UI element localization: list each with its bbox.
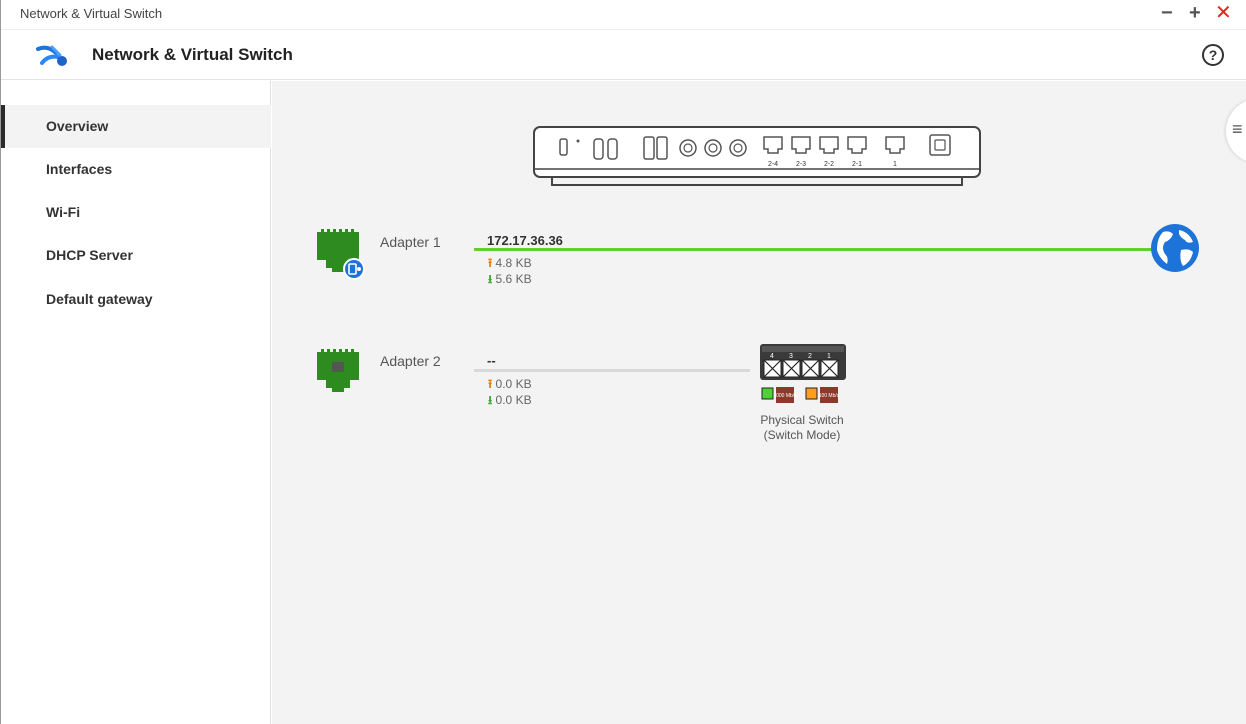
maximize-button[interactable]: +: [1189, 2, 1201, 24]
physical-switch-label: Physical Switch (Switch Mode): [742, 413, 862, 443]
minimize-button[interactable]: −: [1161, 2, 1173, 24]
physical-switch-label-line1: Physical Switch: [760, 413, 844, 427]
nas-port-label: 2-3: [796, 161, 806, 168]
adapter-1-label: Adapter 1: [380, 234, 441, 250]
panel-toggle[interactable]: ≡: [1226, 99, 1246, 163]
sidebar-item-default-gateway[interactable]: Default gateway: [1, 278, 271, 321]
adapter-2-ip: --: [487, 353, 496, 368]
app-title: Network & Virtual Switch: [92, 45, 293, 64]
switch-port-number: 4: [770, 353, 774, 360]
nas-port-label: 2-1: [852, 161, 862, 168]
adapter-1-ip: 172.17.36.36: [487, 233, 563, 248]
adapter-1-link-line: [474, 248, 1154, 251]
switch-legend-1000: 1000 Mb/s: [773, 393, 797, 399]
adapter-2-label: Adapter 2: [380, 353, 441, 369]
switch-port-number: 3: [789, 353, 793, 360]
sidebar-item-overview[interactable]: Overview: [1, 105, 271, 148]
title-bar: Network & Virtual Switch − + ✕: [1, 0, 1246, 30]
sidebar-item-wifi[interactable]: Wi-Fi: [1, 191, 271, 234]
app-window: Network & Virtual Switch − + ✕ Network &…: [0, 0, 1246, 724]
upload-arrow-icon: ⭱: [488, 256, 493, 270]
switch-legend-100: 100 Mb/s: [819, 393, 840, 399]
adapter-1-download: 5.6 KB: [495, 272, 532, 286]
globe-icon: [1151, 224, 1199, 272]
physical-switch-label-line2: (Switch Mode): [763, 428, 841, 442]
adapter-2-upload: 0.0 KB: [495, 377, 532, 391]
nas-port-label: 2-4: [768, 161, 778, 168]
overview-panel: ≡ 2-4 2-3 2-2 2-1 1 Adapter 1 172.17.36.…: [272, 81, 1246, 724]
nas-device-icon: 2-4 2-3 2-2 2-1 1: [533, 126, 981, 186]
download-arrow-icon: ⭳: [488, 393, 493, 407]
nas-port-label: 2-2: [824, 161, 834, 168]
nas-port-label: 1: [893, 161, 897, 168]
physical-switch-icon[interactable]: 4 3 2 1 1000 Mb/s 100 Mb/s: [758, 342, 848, 408]
switch-port-number: 1: [827, 353, 831, 360]
adapter-1-upload: 4.8 KB: [495, 256, 532, 270]
window-title: Network & Virtual Switch: [20, 6, 163, 21]
sidebar: Overview Interfaces Wi-Fi DHCP Server De…: [1, 81, 271, 724]
adapter-2-ethernet-icon[interactable]: [312, 346, 372, 406]
adapter-2-link-line: [474, 369, 750, 372]
download-arrow-icon: ⭳: [488, 272, 493, 286]
adapter-1-traffic: ⭱ 4.8 KB ⭳ 5.6 KB: [488, 255, 532, 287]
adapter-2-traffic: ⭱ 0.0 KB ⭳ 0.0 KB: [488, 376, 532, 408]
menu-icon: ≡: [1232, 119, 1243, 139]
close-button[interactable]: ✕: [1215, 2, 1232, 24]
adapter-1-ethernet-icon[interactable]: [312, 226, 372, 286]
adapter-2-download: 0.0 KB: [495, 393, 532, 407]
upload-arrow-icon: ⭱: [488, 377, 493, 391]
network-app-logo-icon: [36, 45, 67, 66]
sidebar-item-dhcp-server[interactable]: DHCP Server: [1, 234, 271, 277]
app-header: Network & Virtual Switch ?: [1, 30, 1246, 80]
sidebar-item-interfaces[interactable]: Interfaces: [1, 148, 271, 191]
help-icon[interactable]: ?: [1202, 44, 1224, 66]
switch-port-number: 2: [808, 353, 812, 360]
